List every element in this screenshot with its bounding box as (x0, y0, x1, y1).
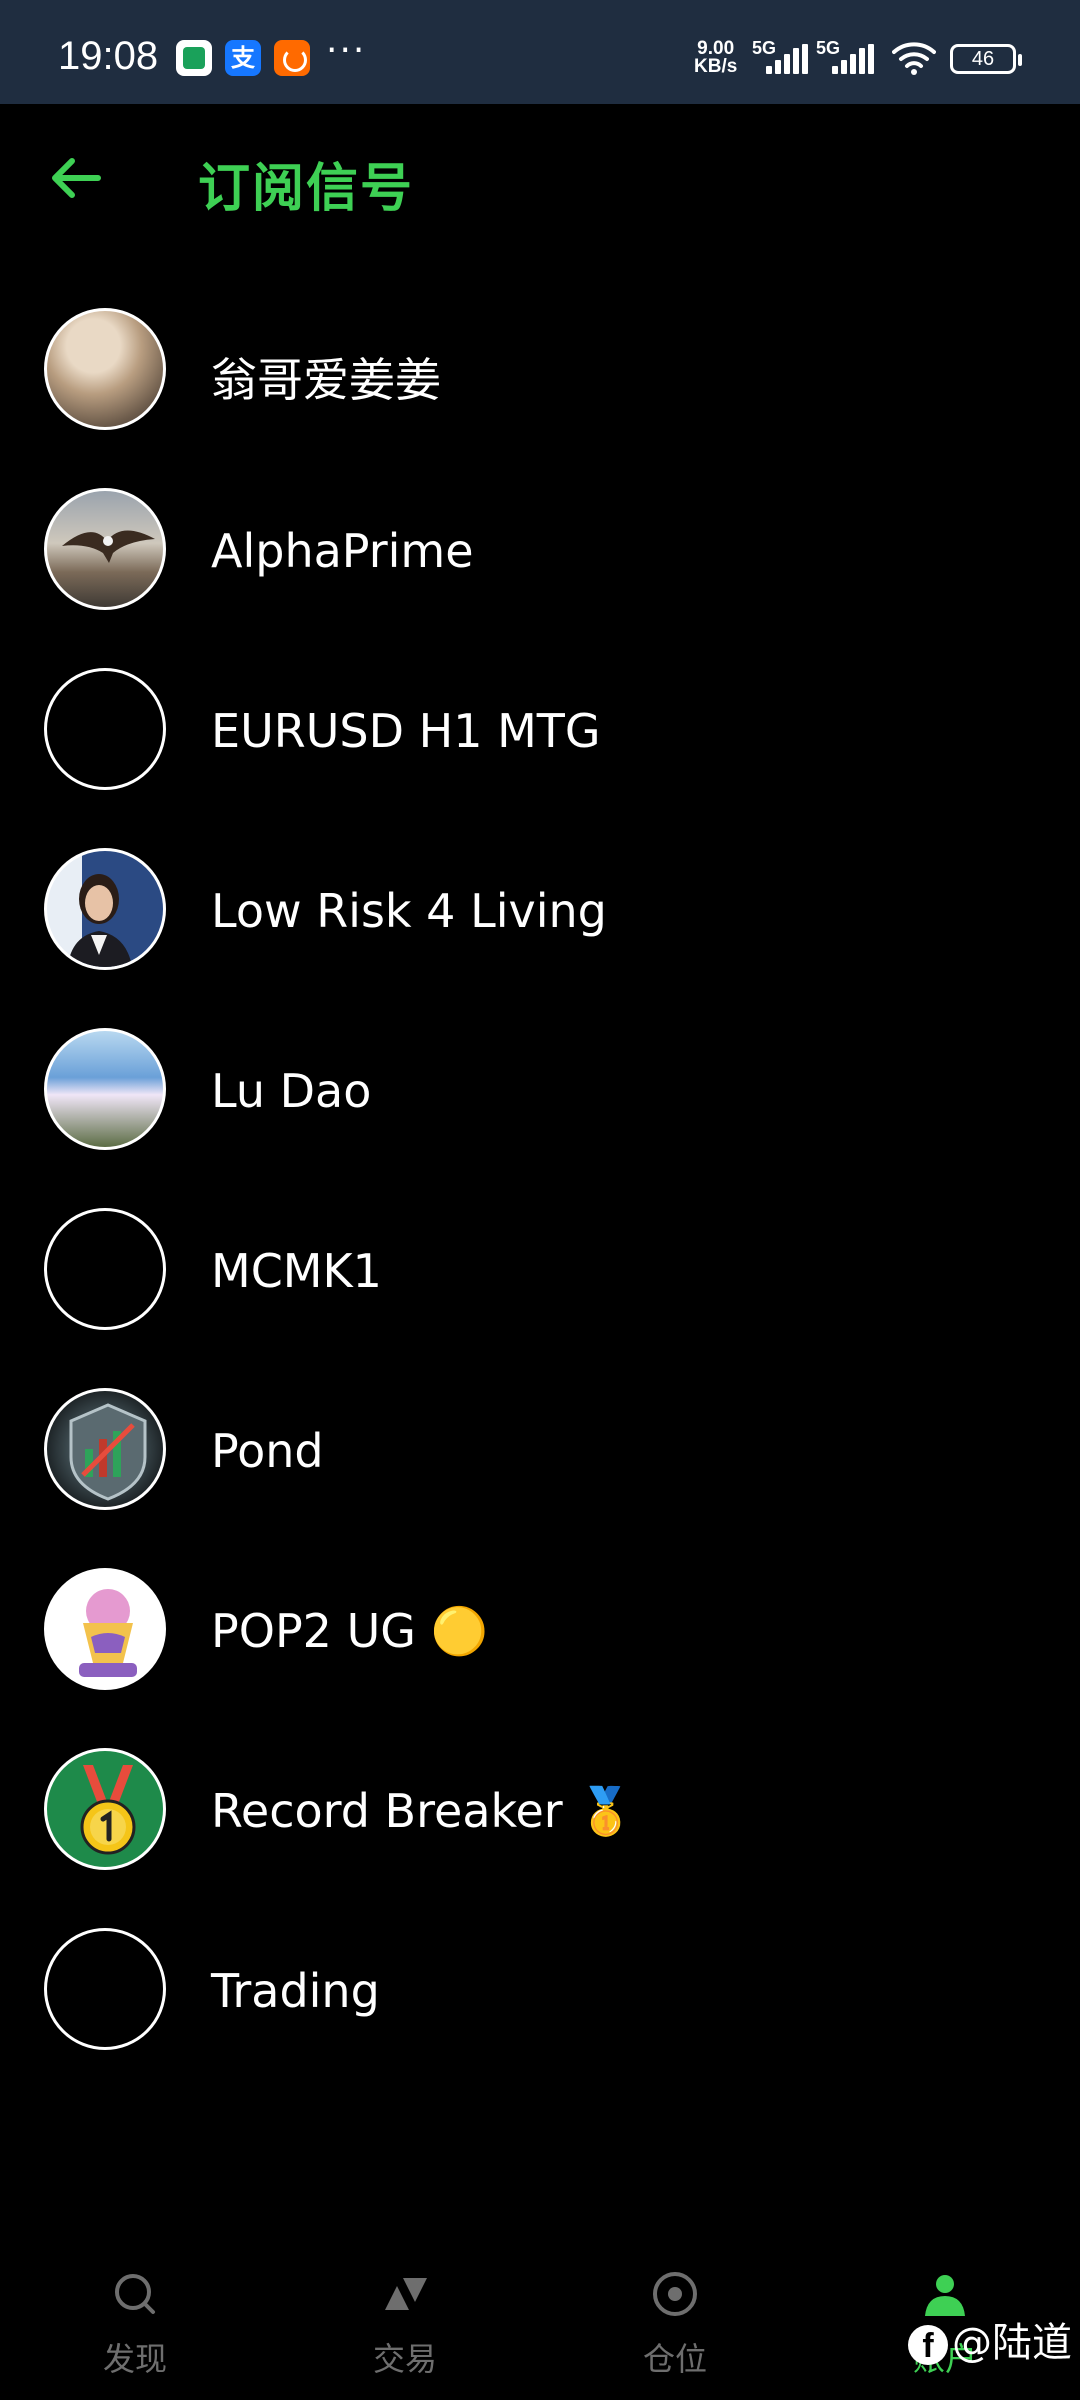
status-time: 19:08 (58, 34, 159, 78)
nav-label: 仓位 (642, 2340, 707, 2378)
app-notification-icon (176, 40, 212, 76)
watermark: f @陆道 (908, 2310, 1072, 2368)
avatar (44, 1568, 166, 1690)
nav-positions[interactable]: 仓位 (575, 2250, 775, 2400)
signal-strength-icon (832, 44, 876, 74)
nav-discover[interactable]: 发现 (35, 2250, 235, 2400)
signal-name: Trading (211, 1964, 380, 2018)
avatar (44, 308, 166, 430)
signal-name: Record Breaker 🥇 (211, 1784, 635, 1838)
avatar (44, 1748, 166, 1870)
signal-list-item[interactable]: EURUSD H1 MTG (0, 660, 1080, 840)
signal-list-item[interactable]: Lu Dao (0, 1020, 1080, 1200)
avatar (44, 488, 166, 610)
watermark-text: @陆道 (952, 2320, 1072, 2366)
signal-name: AlphaPrime (211, 524, 474, 578)
signal-list-item[interactable]: Record Breaker 🥇 (0, 1740, 1080, 1920)
signal-name: EURUSD H1 MTG (211, 704, 601, 758)
eagle-image (62, 530, 155, 563)
signal-name: Lu Dao (211, 1064, 372, 1118)
nav-label: 交易 (372, 2340, 437, 2378)
avatar (44, 1208, 166, 1330)
signal-list-item[interactable]: AlphaPrime (0, 480, 1080, 660)
wifi-icon (892, 42, 936, 75)
signal-list-item[interactable]: 翁哥爱姜姜 (0, 300, 1080, 480)
battery-indicator: 46 (950, 44, 1022, 74)
position-target-icon (653, 2272, 697, 2316)
signal-list-item[interactable]: Trading (0, 1920, 1080, 2100)
trade-arrows-icon (385, 2278, 427, 2310)
nav-label: 发现 (102, 2340, 167, 2378)
avatar (44, 848, 166, 970)
arrow-left-icon[interactable] (48, 150, 104, 206)
signal-strength-icon (766, 44, 810, 74)
person-image (67, 874, 133, 967)
shopping-notification-icon (274, 40, 310, 76)
signal-name: POP2 UG 🟡 (211, 1604, 488, 1658)
nav-trade[interactable]: 交易 (305, 2250, 505, 2400)
signal-name: MCMK1 (211, 1244, 382, 1298)
signal-list-item[interactable]: MCMK1 (0, 1200, 1080, 1380)
signal-list-item[interactable]: POP2 UG 🟡 (0, 1560, 1080, 1740)
avatar (44, 1028, 166, 1150)
ice-cream-logo-icon (79, 1589, 137, 1677)
avatar (44, 1928, 166, 2050)
signal-name: Pond (211, 1424, 324, 1478)
network-speed: 9.00 KB/s (694, 38, 738, 77)
gold-medal-icon (80, 1765, 136, 1855)
search-icon (115, 2274, 155, 2314)
alipay-notification-icon: 支 (225, 40, 261, 76)
page-title: 订阅信号 (198, 159, 415, 219)
more-notifications-icon: ··· (326, 30, 367, 71)
signal-list-item[interactable]: Pond (0, 1380, 1080, 1560)
shield-chart-icon (69, 1403, 147, 1501)
signal-list-item[interactable]: Low Risk 4 Living (0, 840, 1080, 1020)
signal-name: 翁哥爱姜姜 (211, 353, 441, 407)
avatar (44, 1388, 166, 1510)
facebook-logo-icon: f (908, 2325, 948, 2365)
signal-name: Low Risk 4 Living (211, 884, 607, 938)
status-bar: 19:08 支 ··· 9.00 KB/s 5G 5G 46 (0, 0, 1080, 104)
avatar (44, 668, 166, 790)
